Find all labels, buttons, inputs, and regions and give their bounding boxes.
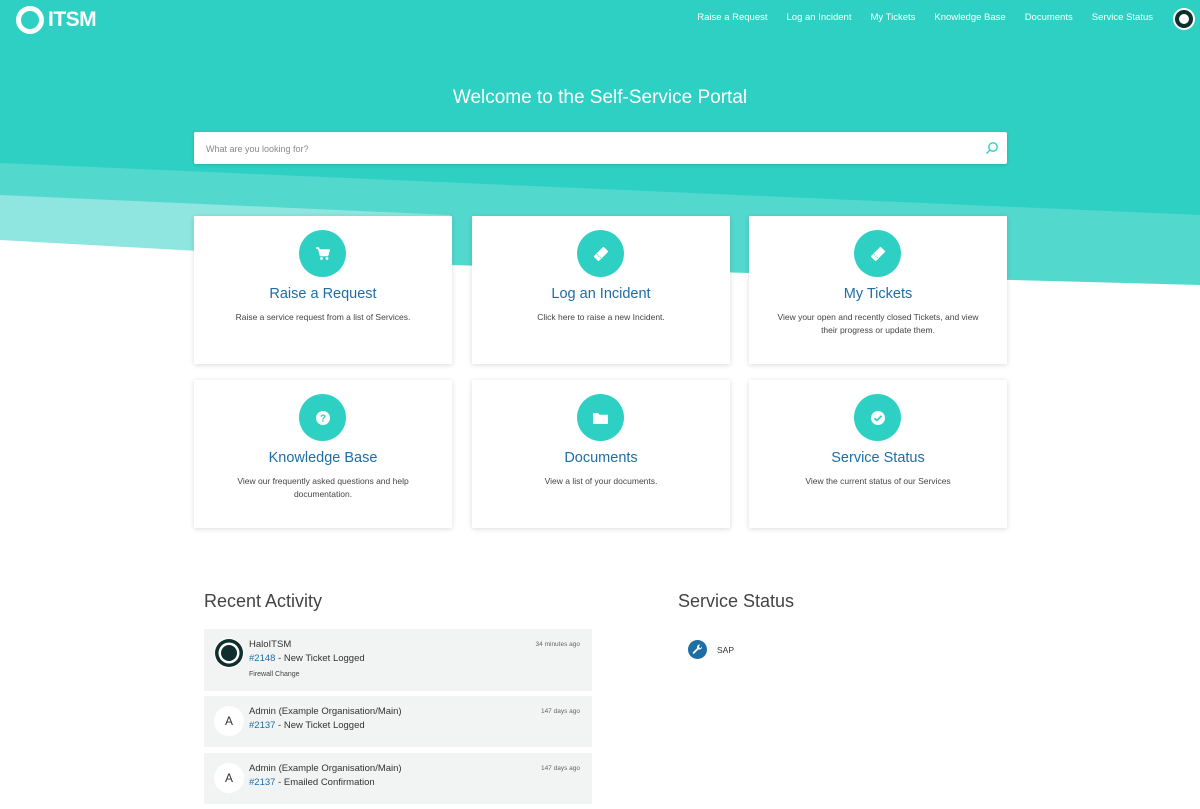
nav-service-status[interactable]: Service Status [1092,12,1153,23]
ticket-icon [870,246,885,261]
activity-action: - New Ticket Logged [275,653,365,664]
nav-my-tickets[interactable]: My Tickets [871,12,916,23]
activity-action: - Emailed Confirmation [275,777,375,788]
recent-activity-title: Recent Activity [204,591,323,611]
page-title: Welcome to the Self-Service Portal [452,87,748,108]
activity-time: 147 days ago [540,765,580,772]
card-documents[interactable]: Documents View a list of your documents. [472,380,730,528]
card-title: Knowledge Base [268,450,378,466]
nav-raise-request[interactable]: Raise a Request [697,12,767,23]
activity-note: Firewall Change [249,671,300,678]
ticket-link[interactable]: #2137 [249,720,275,731]
card-icon-circle [854,394,901,441]
nav-documents[interactable]: Documents [1025,12,1073,23]
activity-item[interactable]: HaloITSM 34 minutes ago #2148 - New Tick… [204,629,592,691]
activity-summary: #2148 - New Ticket Logged [249,653,365,664]
card-description: View your open and recently closed Ticke… [777,312,979,335]
card-icon-circle: ? [299,394,346,441]
activity-action: - New Ticket Logged [275,720,365,731]
svg-text:?: ? [319,413,325,424]
search-input[interactable] [204,132,968,166]
card-title: Log an Incident [551,286,651,302]
card-my-tickets[interactable]: My Tickets View your open and recently c… [749,216,1007,364]
card-description: View a list of your documents. [544,476,658,486]
activity-avatar: A [214,706,244,736]
top-bar: ITSM Raise a Request Log an Incident My … [0,0,1200,40]
wrench-icon [688,640,707,659]
card-title: Raise a Request [269,286,377,302]
service-status-title: Service Status [678,591,795,611]
brand-logo[interactable]: ITSM [16,6,97,34]
user-avatar[interactable] [1173,8,1195,30]
card-icon-circle [577,394,624,441]
service-status-item[interactable]: SAP [688,640,734,659]
ticket-icon [593,246,608,261]
activity-item[interactable]: A Admin (Example Organisation/Main) 147 … [204,696,592,747]
activity-time: 34 minutes ago [535,641,580,648]
card-title: Service Status [831,450,925,466]
brand-name: ITSM [48,8,97,31]
activity-author: Admin (Example Organisation/Main) [249,706,402,717]
cart-icon [315,246,330,260]
activity-avatar [214,638,244,668]
halo-logo-icon [215,639,243,667]
logo-ring-icon [16,6,44,34]
activity-item[interactable]: A Admin (Example Organisation/Main) 147 … [204,753,592,804]
card-description: Raise a service request from a list of S… [235,312,411,322]
activity-time: 147 days ago [540,708,580,715]
activity-author: HaloITSM [249,639,292,650]
card-icon-circle [577,230,624,277]
activity-summary: #2137 - Emailed Confirmation [249,777,375,788]
activity-summary: #2137 - New Ticket Logged [249,720,365,731]
card-title: Documents [564,450,638,466]
card-title: My Tickets [843,286,913,302]
card-description: View the current status of our Services [805,476,951,486]
card-raise-request[interactable]: Raise a Request Raise a service request … [194,216,452,364]
card-icon-circle [854,230,901,277]
service-name: SAP [717,644,735,655]
question-icon: ? [315,410,330,425]
card-service-status[interactable]: Service Status View the current status o… [749,380,1007,528]
card-icon-circle [299,230,346,277]
nav-log-incident[interactable]: Log an Incident [787,12,852,23]
check-icon [870,410,885,425]
activity-avatar: A [214,763,244,793]
ticket-link[interactable]: #2137 [249,777,275,788]
ticket-link[interactable]: #2148 [249,653,275,664]
main-nav: Raise a Request Log an Incident My Ticke… [697,12,1153,23]
search-icon[interactable] [985,141,999,155]
folder-icon [593,412,608,424]
card-knowledge-base[interactable]: ? Knowledge Base View our frequently ask… [194,380,452,528]
activity-author: Admin (Example Organisation/Main) [249,763,402,774]
avatar-dot-icon [1179,14,1189,24]
nav-knowledge-base[interactable]: Knowledge Base [934,12,1005,23]
card-description: Click here to raise a new Incident. [537,312,665,322]
card-description: View our frequently asked questions and … [237,476,409,499]
card-log-incident[interactable]: Log an Incident Click here to raise a ne… [472,216,730,364]
search-bar [194,132,1007,166]
